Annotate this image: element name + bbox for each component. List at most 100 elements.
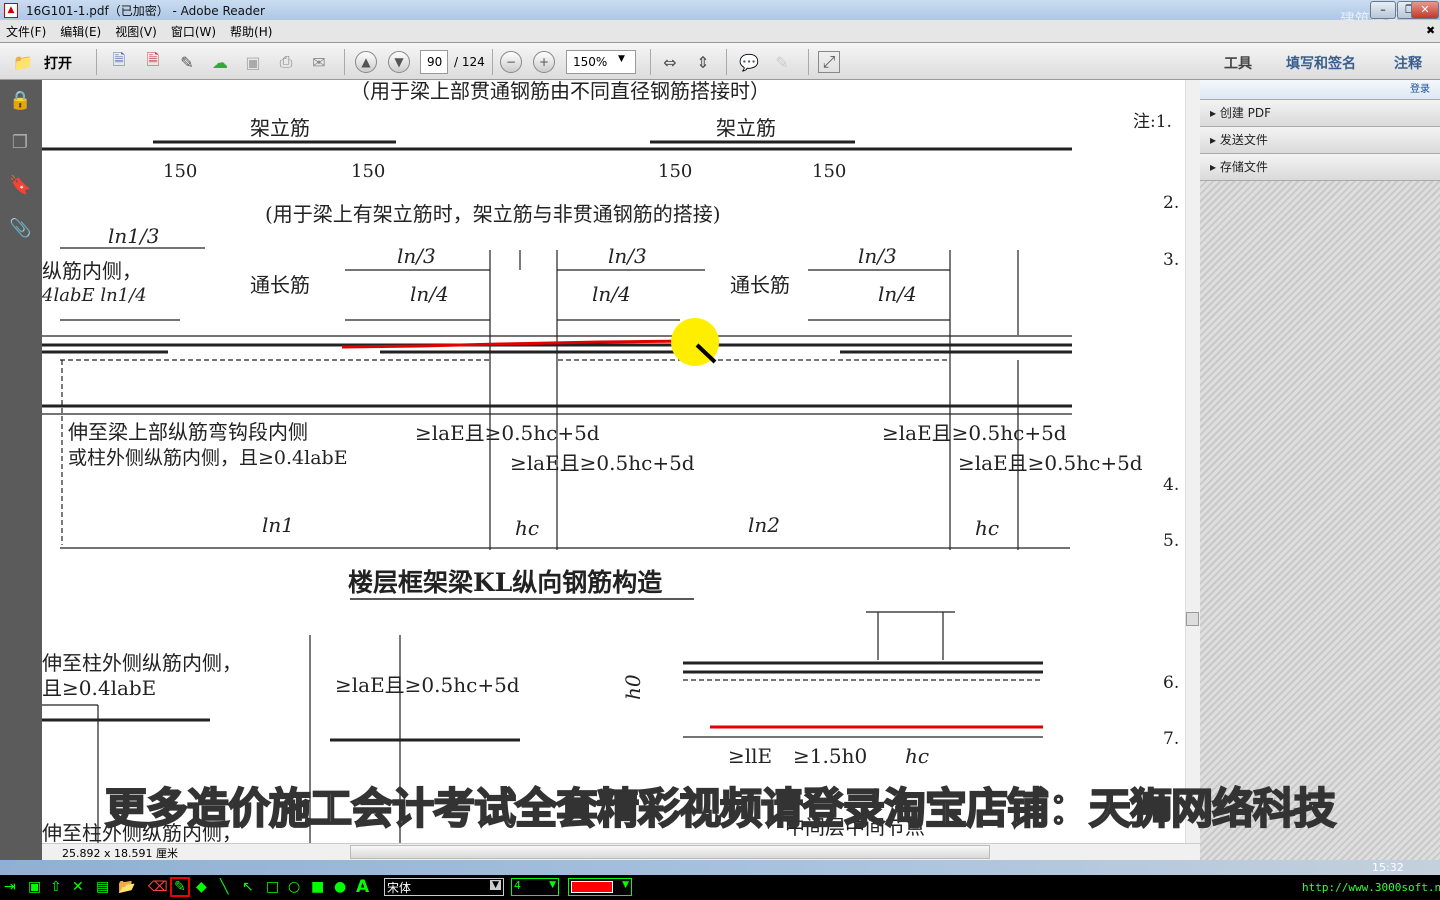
dim-labe-ln1-4: 4labE ln1/4 <box>42 285 147 306</box>
exit-icon[interactable]: ⇥ <box>4 879 16 895</box>
menu-edit[interactable]: 编辑(E) <box>60 23 101 40</box>
clear-icon[interactable]: ✕ <box>72 879 84 895</box>
fill-icon[interactable]: ◆ <box>196 879 207 895</box>
dim-150: 150 <box>658 161 692 182</box>
zoom-in-icon[interactable]: + <box>533 51 555 73</box>
dim-ln1-3: ln1/3 <box>108 224 159 248</box>
pdf-app-icon: ▲ <box>4 2 18 18</box>
fill-sign-tab[interactable]: 填写和签名 <box>1286 53 1356 73</box>
zoom-select[interactable]: 150% <box>566 50 636 74</box>
fit-width-icon[interactable]: ⇔ <box>659 51 681 73</box>
ellipse-icon[interactable]: ○ <box>288 879 300 895</box>
previous-page-icon[interactable]: ▲ <box>355 51 377 73</box>
login-link[interactable]: 登录 <box>1200 80 1440 100</box>
print-icon[interactable]: ⎙ <box>275 51 297 73</box>
minimize-button[interactable]: – <box>1370 1 1396 19</box>
anchor-length: ≥laE且≥0.5hc+5d <box>415 421 600 445</box>
close-document-icon[interactable]: ✖ <box>1426 24 1435 37</box>
create-pdf-icon[interactable]: 🗎 <box>108 50 130 73</box>
navigation-pane: 🔒 ❐ 🔖 📎 <box>0 80 42 860</box>
rectangle-icon[interactable]: □ <box>266 879 279 895</box>
line-icon[interactable]: ╲ <box>220 879 228 895</box>
zoom-out-icon[interactable]: − <box>500 51 522 73</box>
email-icon[interactable]: ✉ <box>308 51 330 73</box>
dim-ln-4: ln/4 <box>878 282 917 306</box>
filled-rectangle-icon[interactable]: ■ <box>311 879 324 895</box>
fit-page-icon[interactable]: ⇕ <box>692 51 714 73</box>
dim-h0: h0 <box>621 674 645 700</box>
close-button[interactable]: ✕ <box>1411 1 1439 19</box>
scrollbar-thumb[interactable] <box>1186 612 1199 626</box>
label-tongchangjin: 通长筋 <box>250 273 310 297</box>
red-annotations <box>341 339 1043 729</box>
combine-icon[interactable]: 🗎 <box>142 50 164 73</box>
comment-tab[interactable]: 注释 <box>1394 53 1422 73</box>
menu-file[interactable]: 文件(F) <box>6 23 46 40</box>
dim-ln2: ln2 <box>748 513 780 537</box>
menu-view[interactable]: 视图(V) <box>115 23 157 40</box>
dim-1-5h0: ≥1.5h0 <box>793 744 867 768</box>
title-bar: ▲ 16G101-1.pdf（已加密） - Adobe Reader <box>0 0 1440 20</box>
next-page-icon[interactable]: ▼ <box>388 51 410 73</box>
note-number: 注:1. <box>1133 112 1172 132</box>
anchor-length: ≥laE且≥0.5hc+5d <box>882 421 1067 445</box>
create-pdf-item[interactable]: ▸ 创建 PDF <box>1200 100 1440 127</box>
dim-lle: ≥llE <box>728 744 772 768</box>
annotation-toolbar: ⇥ ▣ ⇧ ✕ ▤ 📂 ⌫ ✎ ◆ ╲ ↖ □ ○ ■ ● A 宋体 ▼ 4 ▼ ▼… <box>0 875 1440 900</box>
note-number: 6. <box>1163 673 1179 693</box>
subtitle-watermark: 更多造价施工会计考试全套精彩视频请登录淘宝店铺：天狮网络科技 <box>104 783 1337 834</box>
arrow-up-icon[interactable]: ⇧ <box>50 879 62 895</box>
window-title: 16G101-1.pdf（已加密） - Adobe Reader <box>26 3 265 18</box>
whiteboard-icon[interactable]: ▣ <box>28 879 41 895</box>
note-b1: 伸至柱外侧纵筋内侧， <box>42 651 242 675</box>
caption-1: （用于梁上部贯通钢筋由不同直径钢筋搭接时） <box>350 80 770 103</box>
pages-icon[interactable]: ❐ <box>9 132 31 154</box>
font-select[interactable]: 宋体 ▼ <box>384 878 504 896</box>
store-file-item[interactable]: ▸ 存储文件 <box>1200 154 1440 181</box>
document-view[interactable]: （用于梁上部贯通钢筋由不同直径钢筋搭接时） 架立筋 架立筋 150 150 15… <box>42 80 1185 843</box>
note-a2: 或柱外侧纵筋内侧，且≥0.4labE <box>68 447 348 469</box>
note-b2: 且≥0.4labE <box>42 676 156 700</box>
open-folder-icon[interactable]: 📂 <box>118 879 135 895</box>
lock-icon[interactable]: 🔒 <box>9 90 31 112</box>
open-button[interactable]: 打开 <box>44 53 72 73</box>
horizontal-scrollbar[interactable] <box>350 845 990 859</box>
eraser-icon[interactable]: ⌫ <box>148 879 168 895</box>
send-file-item[interactable]: ▸ 发送文件 <box>1200 127 1440 154</box>
paperclip-icon[interactable]: 📎 <box>9 218 31 240</box>
taskbar: 15:32 <box>0 860 1440 875</box>
folder-icon[interactable]: 📁 <box>10 51 36 73</box>
note-number: 2. <box>1163 193 1179 213</box>
edit-document-icon[interactable]: ✎ <box>176 51 198 73</box>
status-bar: 25.892 x 18.591 厘米 <box>42 843 1200 860</box>
cloud-upload-icon[interactable]: ☁ <box>209 51 231 73</box>
menu-bar: 文件(F) 编辑(E) 视图(V) 窗口(W) 帮助(H) <box>0 20 1440 42</box>
item-label: 存储文件 <box>1219 160 1268 174</box>
menu-window[interactable]: 窗口(W) <box>171 23 216 40</box>
text-icon[interactable]: A <box>356 879 369 896</box>
caption-2: (用于梁上有架立筋时，架立筋与非贯通钢筋的搭接) <box>265 202 721 226</box>
menu-help[interactable]: 帮助(H) <box>230 23 272 40</box>
color-select[interactable]: ▼ <box>568 878 632 896</box>
comment-icon[interactable]: 💬 <box>738 51 760 73</box>
tools-tab[interactable]: 工具 <box>1224 53 1252 73</box>
page-number-input[interactable]: 90 <box>420 50 448 74</box>
filled-ellipse-icon[interactable]: ● <box>334 879 346 895</box>
anchor-length: ≥laE且≥0.5hc+5d <box>510 451 695 475</box>
chevron-down-icon[interactable]: ▼ <box>618 54 625 64</box>
save-icon[interactable]: ▤ <box>96 879 109 895</box>
highlight-icon[interactable]: ✎ <box>771 51 793 73</box>
bookmark-icon[interactable]: 🔖 <box>9 175 31 197</box>
drawing-labels: （用于梁上部贯通钢筋由不同直径钢筋搭接时） 架立筋 架立筋 150 150 15… <box>42 80 1179 843</box>
save-icon[interactable]: ▣ <box>242 51 264 73</box>
drawing-page: （用于梁上部贯通钢筋由不同直径钢筋搭接时） 架立筋 架立筋 150 150 15… <box>42 80 1179 843</box>
size-select[interactable]: 4 ▼ <box>511 878 559 896</box>
toolbar: 📁 打开 🗎 🗎 ✎ ☁ ▣ ⎙ ✉ ▲ ▼ 90 / 124 − + 150%… <box>0 42 1440 80</box>
url-text: http://www.3000soft.net <box>1302 881 1440 894</box>
vertical-scrollbar[interactable] <box>1185 80 1200 843</box>
pen-icon[interactable]: ✎ <box>170 877 190 897</box>
note-number: 3. <box>1163 250 1179 270</box>
arrow-icon[interactable]: ↖ <box>242 879 254 895</box>
page-size: 25.892 x 18.591 厘米 <box>62 847 178 860</box>
full-screen-icon[interactable]: ⤢ <box>818 51 840 73</box>
